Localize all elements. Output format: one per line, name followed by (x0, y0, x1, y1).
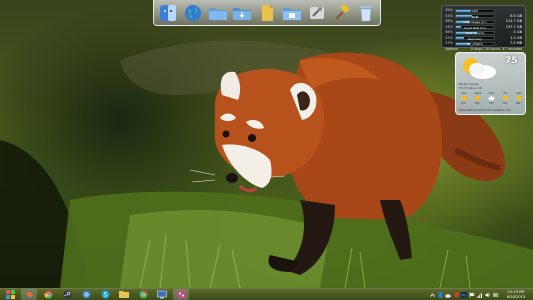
hammer-icon[interactable] (331, 3, 351, 23)
sysmon-row: 37% HP_TOOLS 7.5 MB (445, 41, 522, 46)
taskbar: S Ps 12:15 PM 8/30/2013 (0, 288, 533, 300)
sysmon-percent: 41% (445, 13, 453, 18)
sysmon-percent: 37% (445, 41, 453, 45)
skype-icon[interactable]: S (97, 289, 113, 300)
chrome-browser-icon[interactable] (135, 289, 151, 300)
current-temperature: 75° (504, 56, 522, 66)
forecast-day: Fri 78° (499, 91, 511, 108)
screen-icon[interactable] (154, 289, 170, 300)
document-icon[interactable] (257, 3, 277, 23)
sysmon-row: 38% Disk Usage (C:) 111.7 GB (445, 19, 522, 24)
sysmon-row: 41% RAM 6.5 GB (445, 14, 522, 19)
sysmon-bar: Local Disk (D:) (455, 25, 495, 30)
volume-icon[interactable] (485, 292, 491, 298)
forecast-temp: 83° (475, 101, 481, 105)
uptime-row: Uptime 0 days, 18 hours, 47 minutes (445, 47, 522, 51)
sysmon-value: 0 GB (513, 30, 522, 34)
chrome-icon[interactable] (40, 289, 56, 300)
steam-icon[interactable] (59, 289, 75, 300)
firefox-icon[interactable] (21, 289, 37, 300)
sysmon-value: 6.5 GB (510, 13, 522, 18)
flag-icon[interactable] (469, 292, 475, 298)
forecast-strip: Tue 81° Wed 83° Thu 76° Fri 78° Sat 80° (458, 91, 525, 108)
start-icon[interactable] (2, 289, 18, 300)
outlook-icon[interactable] (78, 289, 94, 300)
bluetooth-icon[interactable] (437, 292, 443, 298)
sysmon-bar: CPU (455, 8, 495, 13)
taskbar-clock[interactable]: 12:15 PM 8/30/2013 (501, 290, 531, 300)
sysmon-value: 1.0 GB (510, 35, 522, 40)
weather-location: Fort Collins, CO (459, 86, 483, 90)
sysmon-bar: HP_TOOLS (455, 41, 495, 46)
forecast-temp: 76° (488, 101, 495, 105)
downloads-folder-icon[interactable] (232, 3, 252, 23)
svg-text:S: S (103, 292, 107, 299)
sysmon-percent: 39% (445, 8, 453, 12)
forecast-day: Wed 83° (472, 91, 484, 108)
network-icon[interactable] (477, 292, 483, 298)
sysmon-percent: 14% (445, 24, 453, 29)
system-monitor-gadget[interactable]: 39% CPU 41% RAM 6.5 GB 38% Disk Usage (C… (441, 5, 526, 51)
forecast-temp: 78° (502, 101, 508, 105)
cloud-sync-icon[interactable] (445, 292, 451, 298)
sysmon-bar: New Volume (455, 30, 495, 35)
weather-footer-link[interactable]: Extended forecast from weather.com (459, 108, 511, 112)
antivirus-icon[interactable] (453, 292, 459, 298)
sysmon-row: 39% CPU (445, 8, 522, 13)
forecast-day: Tue 81° (458, 91, 470, 108)
photoshop-icon[interactable]: Ps (461, 292, 467, 298)
sysmon-bar: Disk Usage (C:) (455, 19, 495, 24)
forecast-temp: 80° (516, 101, 522, 105)
photos-folder-icon[interactable] (282, 3, 302, 23)
sysmon-percent: 38% (445, 19, 453, 23)
partly-cloudy-icon (463, 58, 496, 79)
svg-text:Ps: Ps (462, 294, 466, 298)
sysmon-bar: Recovery (455, 36, 495, 41)
globe-icon[interactable] (183, 3, 203, 23)
sysmon-value: 7.5 MB (509, 41, 522, 45)
system-tray: Ps (427, 290, 499, 300)
recycle-bin-icon[interactable] (356, 3, 376, 23)
top-dock (153, 0, 381, 26)
forecast-day: Thu 76° (486, 91, 498, 108)
sysmon-row: 14% Local Disk (D:) 137.7 GB (445, 25, 522, 30)
finder-icon[interactable] (158, 3, 178, 23)
tools-icon[interactable] (307, 3, 327, 23)
uptime-label: Uptime (445, 47, 458, 51)
sysmon-value: 111.7 GB (505, 19, 522, 23)
forecast-day: Sat 80° (513, 91, 525, 108)
weather-gadget[interactable]: 75° Partly Cloudy Fort Collins, CO Tue 8… (455, 52, 526, 115)
sysmon-value: 137.7 GB (505, 24, 522, 29)
sysmon-bar: RAM (455, 14, 495, 19)
sysmon-percent: 56% (445, 30, 453, 34)
paint-icon[interactable] (173, 289, 189, 300)
forecast-temp: 81° (461, 101, 467, 105)
sysmon-row: 56% New Volume 0 GB (445, 30, 522, 35)
sysmon-percent: 22% (445, 35, 453, 40)
clock-date: 8/30/2013 (506, 294, 526, 299)
folder-icon[interactable] (208, 3, 228, 23)
battery-icon[interactable] (493, 292, 499, 298)
uptime-value: 0 days, 18 hours, 47 minutes (470, 47, 522, 51)
sysmon-bar-label: HP_TOOLS (467, 42, 483, 46)
chevron-up-icon[interactable] (429, 292, 435, 298)
sysmon-row: 22% Recovery 1.0 GB (445, 36, 522, 41)
explorer-icon[interactable] (116, 289, 132, 300)
